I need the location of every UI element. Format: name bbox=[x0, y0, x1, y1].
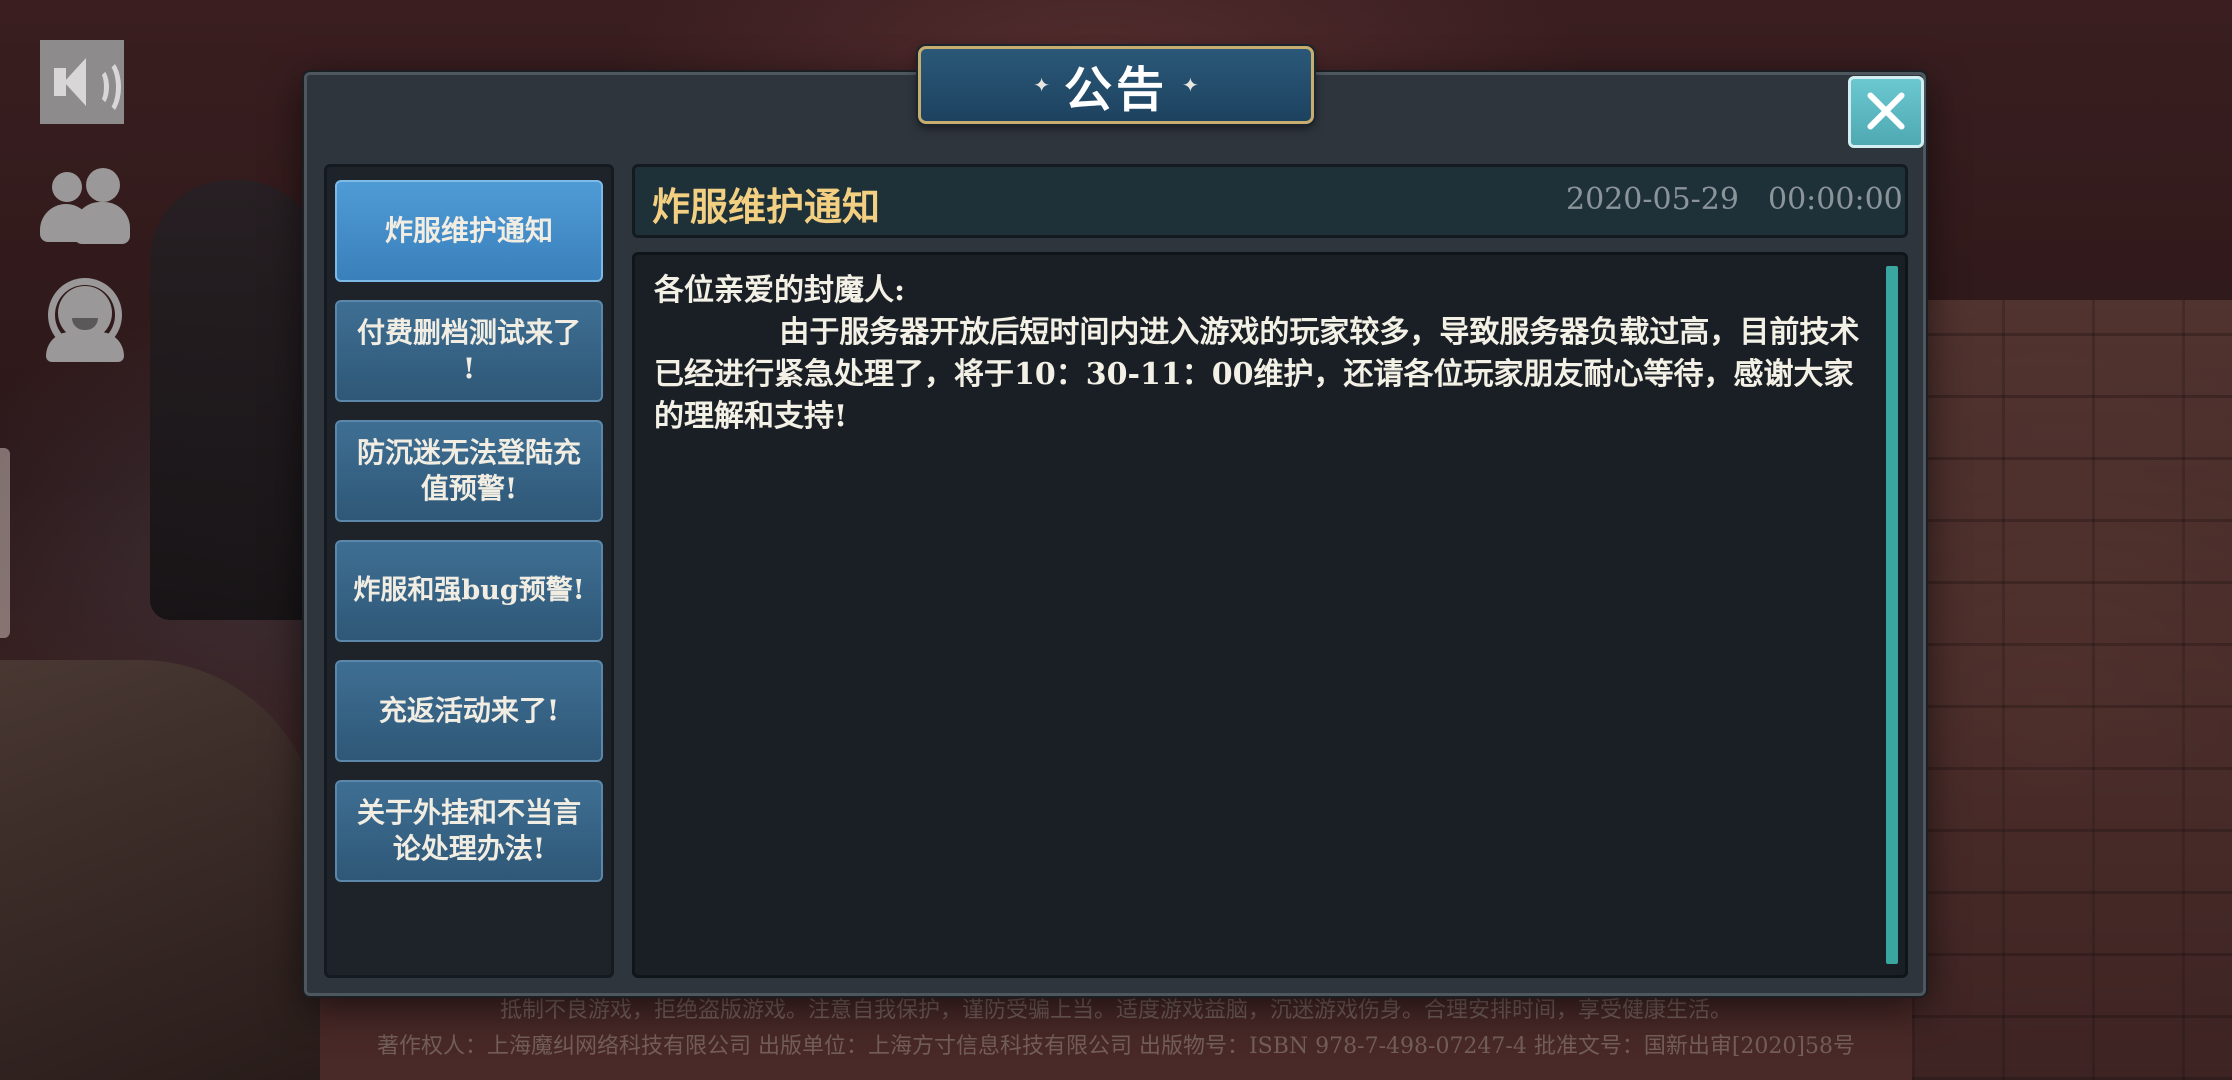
tab-announcement-3[interactable]: 防沉迷无法登陆充 值预警! bbox=[335, 420, 603, 522]
background-brick-wall bbox=[1912, 300, 2232, 1080]
tab-announcement-6[interactable]: 关于外挂和不当言 论处理办法! bbox=[335, 780, 603, 882]
tab-label: 关于外挂和不当言 论处理办法! bbox=[356, 796, 581, 865]
tab-label: 防沉迷无法登陆充 值预警! bbox=[356, 436, 581, 505]
speaker-icon[interactable] bbox=[40, 40, 124, 124]
tab-label: 付费删档测试来了 ! bbox=[356, 316, 581, 385]
content-scrollbar[interactable] bbox=[1886, 266, 1898, 964]
friends-icon[interactable] bbox=[40, 162, 130, 252]
legal-notice-publisher: 著作权人：上海魔纠网络科技有限公司 出版单位：上海方寸信息科技有限公司 出版物号… bbox=[377, 1034, 1855, 1059]
edge-pull-tab[interactable] bbox=[0, 448, 10, 638]
tab-announcement-5[interactable]: 充返活动来了! bbox=[335, 660, 603, 762]
close-button[interactable] bbox=[1848, 76, 1924, 148]
tab-announcement-1[interactable]: 炸服维护通知 bbox=[335, 180, 603, 282]
title-ornament-left-icon: ✦ bbox=[1033, 73, 1050, 97]
announcement-body: 各位亲爱的封魔人: 由于服务器开放后短时间内进入游戏的玩家较多，导致服务器负载过… bbox=[654, 273, 1860, 434]
title-ornament-right-icon: ✦ bbox=[1182, 73, 1199, 97]
dialog-title-plate: ✦ 公告 ✦ bbox=[918, 46, 1314, 124]
tab-label: 充返活动来了! bbox=[378, 694, 560, 727]
dialog-title: 公告 bbox=[1063, 62, 1168, 118]
announcement-title: 炸服维护通知 bbox=[652, 184, 881, 229]
tab-label: 炸服维护通知 bbox=[384, 214, 553, 247]
tab-label: 炸服和强bug预警! bbox=[353, 575, 585, 606]
tab-announcement-2[interactable]: 付费删档测试来了 ! bbox=[335, 300, 603, 402]
customer-service-icon[interactable] bbox=[40, 274, 130, 364]
tab-announcement-4[interactable]: 炸服和强bug预警! bbox=[335, 540, 603, 642]
announcement-time: 00:00:00 bbox=[1768, 182, 1903, 217]
announcement-date: 2020-05-29 bbox=[1566, 182, 1739, 217]
background-hooded-figure bbox=[150, 180, 320, 620]
legal-notice-health: 抵制不良游戏，拒绝盗版游戏。注意自我保护，谨防受骗上当。适度游戏益脑，沉迷游戏伤… bbox=[499, 998, 1732, 1023]
